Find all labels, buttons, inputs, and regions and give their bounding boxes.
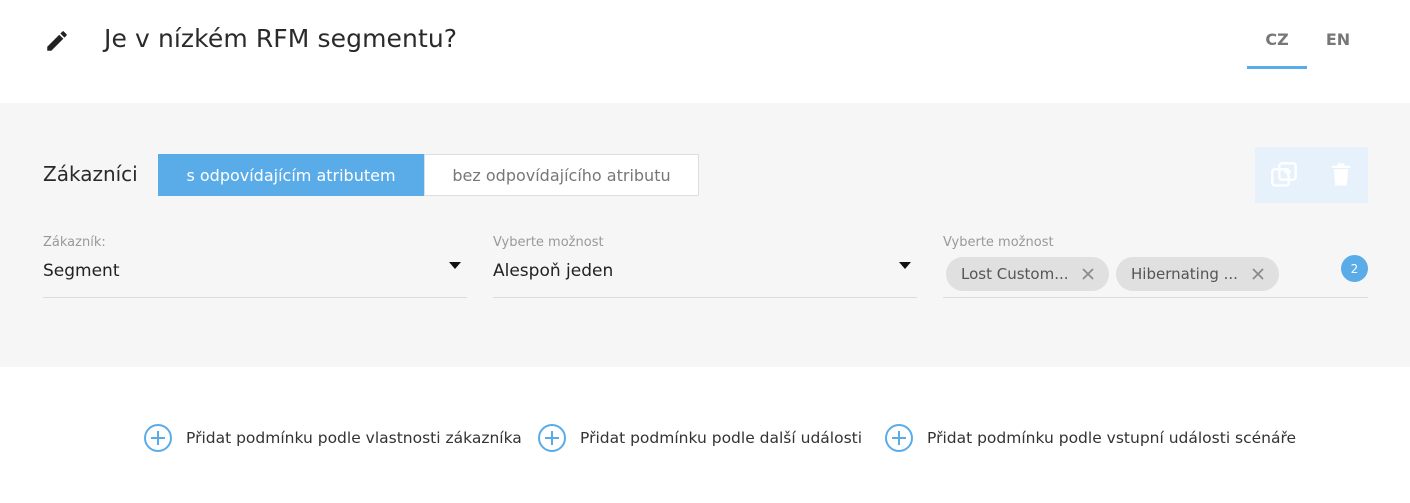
language-tab-en[interactable]: EN [1308, 30, 1368, 69]
page-title: Je v nízkém RFM segmentu? [104, 24, 458, 53]
add-action-label: Přidat podmínku podle další události [580, 429, 863, 447]
add-action-label: Přidat podmínku podle vstupní události s… [927, 429, 1297, 447]
plus-circle-icon [885, 424, 913, 452]
chip-label: Lost Custom... [961, 265, 1069, 283]
close-icon[interactable] [1081, 267, 1095, 281]
condition-actions [1255, 147, 1368, 203]
selected-chip[interactable]: Lost Custom... [946, 257, 1109, 291]
field-value: Alespoň jeden [493, 261, 614, 281]
segment-multiselect[interactable]: Vyberte možnost Lost Custom... Hibernati… [943, 235, 1368, 298]
operator-select[interactable]: Vyberte možnost Alespoň jeden [493, 235, 917, 298]
field-label: Vyberte možnost [943, 235, 1054, 250]
pencil-icon[interactable] [44, 28, 70, 54]
customer-attribute-select[interactable]: Zákazník: Segment [43, 235, 467, 298]
mode-with-attribute-button[interactable]: s odpovídajícím atributem [158, 154, 424, 196]
add-customer-property-condition-button[interactable]: Přidat podmínku podle vlastnosti zákazní… [143, 423, 522, 453]
duplicate-icon[interactable] [1270, 161, 1298, 189]
selected-count-badge: 2 [1341, 255, 1368, 282]
add-entry-event-condition-button[interactable]: Přidat podmínku podle vstupní události s… [884, 423, 1296, 453]
add-action-label: Přidat podmínku podle vlastnosti zákazní… [186, 429, 522, 447]
language-tab-cz[interactable]: CZ [1247, 30, 1307, 69]
trash-icon[interactable] [1327, 161, 1355, 189]
add-event-condition-button[interactable]: Přidat podmínku podle další události [537, 423, 862, 453]
plus-circle-icon [144, 424, 172, 452]
page-header: Je v nízkém RFM segmentu? CZ EN [0, 0, 1410, 103]
close-icon[interactable] [1251, 267, 1265, 281]
subject-label: Zákazníci [43, 162, 138, 186]
plus-circle-icon [538, 424, 566, 452]
field-label: Zákazník: [43, 235, 106, 250]
field-value: Segment [43, 261, 120, 281]
condition-panel: Zákazníci s odpovídajícím atributem bez … [0, 103, 1410, 367]
selected-chip[interactable]: Hibernating ... [1116, 257, 1279, 291]
chip-label: Hibernating ... [1131, 265, 1238, 283]
caret-down-icon[interactable] [899, 262, 911, 269]
mode-without-attribute-button[interactable]: bez odpovídajícího atributu [424, 154, 699, 196]
field-label: Vyberte možnost [493, 235, 604, 250]
caret-down-icon[interactable] [449, 262, 461, 269]
